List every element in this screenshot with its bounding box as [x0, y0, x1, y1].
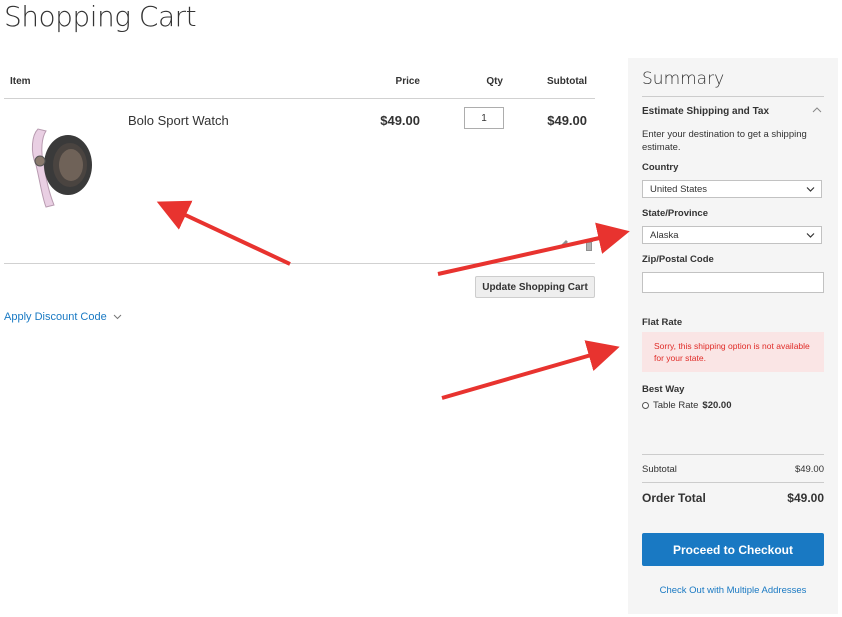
- product-name[interactable]: Bolo Sport Watch: [128, 113, 229, 128]
- order-summary: Summary Estimate Shipping and Tax Enter …: [628, 58, 838, 614]
- chevron-down-icon: [806, 233, 815, 238]
- page-title: Shopping Cart: [4, 0, 197, 33]
- product-price: $49.00: [380, 113, 420, 128]
- cart-table: Item Price Qty Subtotal Bolo Sport Watch…: [4, 66, 595, 264]
- product-subtotal: $49.00: [547, 113, 587, 128]
- edit-icon[interactable]: [559, 239, 569, 249]
- update-cart-button[interactable]: Update Shopping Cart: [475, 276, 595, 298]
- state-select[interactable]: Alaska: [642, 226, 822, 244]
- flat-rate-error: Sorry, this shipping option is not avail…: [642, 332, 824, 372]
- flat-rate-label: Flat Rate: [642, 317, 683, 328]
- proceed-to-checkout-button[interactable]: Proceed to Checkout: [642, 533, 824, 566]
- country-value: United States: [650, 183, 708, 195]
- summary-title: Summary: [642, 69, 725, 89]
- best-way-label: Best Way: [642, 384, 685, 395]
- estimate-description: Enter your destination to get a shipping…: [642, 129, 807, 153]
- cart-header: Item Price Qty Subtotal: [4, 66, 595, 99]
- order-total-value: $49.00: [787, 491, 824, 505]
- zip-label: Zip/Postal Code: [642, 254, 714, 265]
- qty-input[interactable]: [464, 107, 504, 129]
- table-rate-label: Table Rate: [653, 400, 699, 411]
- order-total-row: Order Total $49.00: [642, 491, 824, 505]
- subtotal-label: Subtotal: [642, 464, 677, 475]
- estimate-shipping-toggle[interactable]: Estimate Shipping and Tax: [642, 106, 769, 117]
- chevron-up-icon[interactable]: [812, 106, 822, 114]
- order-total-divider: [642, 482, 824, 483]
- header-item: Item: [10, 76, 31, 87]
- subtotal-value: $49.00: [794, 464, 824, 475]
- state-value: Alaska: [650, 229, 679, 241]
- totals-divider: [642, 454, 824, 455]
- table-rate-price: $20.00: [702, 400, 732, 411]
- cart-item-row: Bolo Sport Watch $49.00 $49.00: [4, 99, 595, 264]
- header-subtotal: Subtotal: [547, 76, 587, 87]
- annotation-arrow: [441, 340, 620, 400]
- header-qty: Qty: [486, 76, 503, 87]
- order-total-label: Order Total: [642, 491, 706, 505]
- trash-icon[interactable]: [584, 239, 594, 251]
- summary-divider: [642, 96, 824, 97]
- apply-discount-toggle[interactable]: Apply Discount Code: [4, 311, 122, 323]
- subtotal-row: Subtotal $49.00: [642, 464, 824, 475]
- product-image[interactable]: [24, 121, 96, 211]
- multiple-addresses-link[interactable]: Check Out with Multiple Addresses: [628, 585, 838, 596]
- country-select[interactable]: United States: [642, 180, 822, 198]
- header-price: Price: [395, 76, 420, 87]
- state-label: State/Province: [642, 208, 708, 219]
- country-label: Country: [642, 162, 679, 173]
- table-rate-option[interactable]: Table Rate $20.00: [642, 400, 731, 411]
- zip-input[interactable]: [642, 272, 824, 293]
- apply-discount-label: Apply Discount Code: [4, 311, 107, 323]
- table-rate-radio[interactable]: [642, 402, 649, 409]
- chevron-down-icon: [806, 187, 815, 192]
- chevron-down-icon: [113, 314, 122, 320]
